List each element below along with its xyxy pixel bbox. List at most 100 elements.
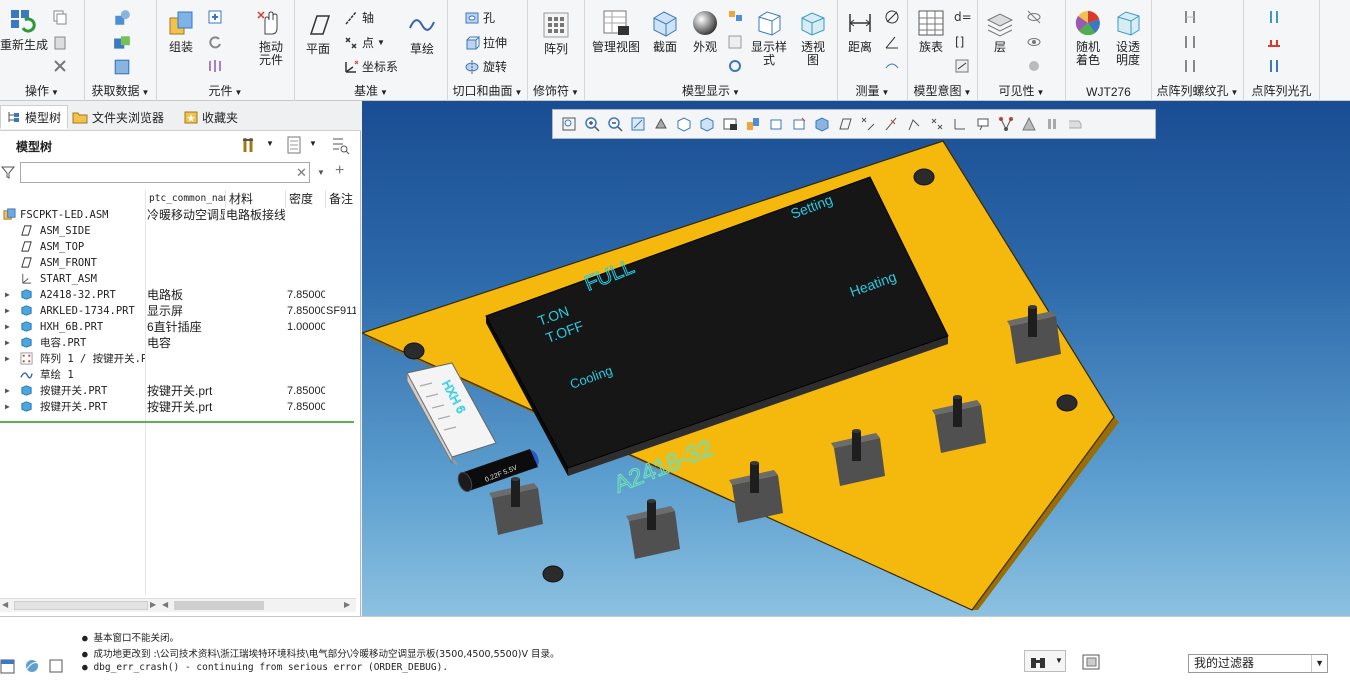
show-menu-icon[interactable] — [285, 135, 303, 155]
scroll-right-arrow-2[interactable]: ▶ — [344, 600, 350, 609]
show-menu-dropdown[interactable]: ▼ — [309, 139, 317, 148]
thread-hole-icon-1[interactable] — [1182, 9, 1198, 25]
tree-row[interactable]: ASM_FRONT — [0, 255, 361, 271]
csys-button[interactable]: 坐标系 — [343, 58, 398, 75]
perspective-button[interactable]: 透视 图 — [793, 8, 833, 67]
scroll-thumb-1[interactable] — [14, 601, 148, 610]
expand-arrow-icon[interactable]: ▶ — [5, 319, 10, 335]
pattern-button[interactable]: 阵列 — [538, 10, 574, 56]
create-component-icon[interactable] — [207, 9, 223, 25]
expand-arrow-icon[interactable]: ▶ — [5, 383, 10, 399]
column-header-note[interactable]: 备注 — [325, 190, 356, 208]
group-label-get-data[interactable]: 获取数据 ▼ — [85, 82, 156, 99]
tree-search-input[interactable] — [20, 162, 310, 183]
expand-arrow-icon[interactable]: ▶ — [5, 303, 10, 319]
plain-hole-icon-2[interactable] — [1266, 34, 1282, 50]
regenerate-button[interactable]: 重新生成 — [0, 6, 48, 52]
group-label-modifiers[interactable]: 修饰符 ▼ — [528, 82, 584, 99]
clear-search-icon[interactable]: ✕ — [296, 165, 307, 181]
status-icon[interactable] — [1026, 58, 1042, 74]
layers-button[interactable]: 层 — [982, 8, 1018, 54]
length-icon[interactable] — [884, 58, 900, 74]
tab-folder-browser[interactable]: 文件夹浏览器 — [66, 105, 170, 129]
column-header-material[interactable]: 材料 — [225, 190, 285, 208]
scroll-thumb-2[interactable] — [174, 601, 264, 610]
manage-views-button[interactable]: 管理视图 — [591, 8, 641, 54]
tree-row[interactable]: ▶ 电容.PRT 电容 — [0, 335, 361, 351]
tree-settings-icon[interactable] — [241, 135, 261, 155]
thread-hole-icon-3[interactable] — [1182, 58, 1198, 74]
group-label-measure[interactable]: 测量 ▼ — [838, 82, 907, 99]
expand-arrow-icon[interactable]: ▶ — [5, 287, 10, 303]
relations-icon[interactable]: d= — [954, 9, 972, 25]
tab-favorites[interactable]: 收藏夹 — [178, 105, 244, 129]
tree-row[interactable]: ▶ HXH_6B.PRT 6直针插座 1.00000 — [0, 319, 361, 335]
revolve-button[interactable]: 旋转 — [464, 58, 507, 75]
axis-button[interactable]: 轴 — [343, 9, 374, 26]
display-style-button[interactable]: 显示样 式 — [749, 8, 789, 67]
tree-row[interactable]: ▶ 按键开关.PRT 按键开关.prt 7.85000 — [0, 383, 361, 399]
tree-row[interactable]: ASM_TOP — [0, 239, 361, 255]
display-style-small-icon-2[interactable] — [727, 34, 743, 50]
point-button[interactable]: 点 ▼ — [343, 34, 385, 51]
add-column-icon[interactable]: + — [335, 162, 344, 180]
angle-icon[interactable] — [884, 34, 900, 50]
shrinkwrap-icon[interactable] — [113, 58, 131, 76]
distance-button[interactable]: 距离 — [842, 8, 878, 54]
expand-arrow-icon[interactable]: ▶ — [5, 335, 10, 351]
find-button[interactable]: ▼ — [1024, 650, 1066, 672]
command-window-icon[interactable] — [0, 657, 16, 675]
tree-row[interactable]: ▶ 阵列 1 / 按键开关.PRT — [0, 351, 361, 367]
group-label-component[interactable]: 元件 ▼ — [157, 82, 294, 99]
group-label-dot-hole[interactable]: 点阵列光孔 — [1244, 82, 1319, 99]
repeat-icon[interactable] — [207, 34, 223, 50]
appearance-button[interactable]: 外观 — [687, 8, 723, 54]
assembly-model[interactable]: FULL Setting Heating T.ON T.OFF Cooling … — [362, 101, 1350, 616]
plain-hole-icon-1[interactable] — [1266, 9, 1282, 25]
set-transparency-button[interactable]: 设透 明度 — [1108, 8, 1148, 67]
display-style-small-icon-1[interactable] — [727, 9, 743, 25]
switch-dimensions-icon[interactable] — [954, 58, 970, 74]
search-dropdown-icon[interactable]: ▼ — [317, 168, 325, 177]
tree-row[interactable]: ▶ ARKLED-1734.PRT 显示屏 7.85000 SF911 — [0, 303, 361, 319]
group-label-visibility[interactable]: 可见性 ▼ — [978, 82, 1065, 99]
thread-hole-icon-2[interactable] — [1182, 34, 1198, 50]
selection-filter-select[interactable]: 我的过滤器 ▼ — [1188, 654, 1328, 673]
select-box-icon[interactable] — [1080, 652, 1102, 672]
plane-button[interactable]: 平面 — [301, 10, 335, 56]
random-color-button[interactable]: 随机 着色 — [1068, 8, 1108, 67]
tree-row[interactable]: ASM_SIDE — [0, 223, 361, 239]
filter-funnel-icon[interactable] — [1, 165, 15, 179]
tree-row[interactable]: FSCPKT-LED.ASM 冷暖移动空调显示板电路板接线柱 — [0, 207, 361, 223]
horizontal-scrollbar[interactable]: ◀ ▶ ◀ ▶ — [0, 598, 356, 612]
tree-row[interactable]: ▶ A2418-32.PRT 电路板 7.85000 — [0, 287, 361, 303]
diameter-icon[interactable] — [884, 9, 900, 25]
assemble-button[interactable]: 组装 — [163, 8, 199, 54]
user-defined-feature-icon[interactable] — [113, 9, 131, 27]
mirror-component-icon[interactable] — [207, 58, 223, 74]
drag-component-button[interactable]: 拖动 元件 — [251, 8, 291, 67]
group-label-cut-surface[interactable]: 切口和曲面 ▼ — [448, 82, 527, 99]
plain-hole-icon-3[interactable] — [1266, 58, 1282, 74]
group-label-wjt276[interactable]: WJT276 — [1066, 85, 1151, 99]
column-header-common-name[interactable]: ptc_common_name — [145, 190, 225, 208]
group-label-model-intent[interactable]: 模型意图 ▼ — [908, 82, 977, 99]
browser-icon[interactable] — [24, 657, 40, 675]
tree-row[interactable]: START_ASM — [0, 271, 361, 287]
full-screen-icon[interactable] — [48, 657, 64, 675]
tab-model-tree[interactable]: 模型树 — [0, 105, 69, 129]
hide-icon[interactable] — [1026, 9, 1042, 25]
section-button[interactable]: 截面 — [647, 8, 683, 54]
copy-geometry-icon[interactable] — [113, 34, 131, 52]
show-icon[interactable] — [1026, 34, 1042, 50]
family-table-button[interactable]: 族表 — [914, 8, 948, 54]
group-label-dot-thread[interactable]: 点阵列螺纹孔 ▼ — [1152, 82, 1243, 99]
group-label-operations[interactable]: 操作 ▼ — [0, 82, 84, 99]
tree-filter-icon[interactable] — [330, 135, 350, 155]
delete-icon[interactable] — [52, 58, 68, 74]
extrude-button[interactable]: 拉伸 — [464, 34, 507, 51]
sketch-button[interactable]: 草绘 — [405, 10, 439, 56]
expand-arrow-icon[interactable]: ▶ — [5, 351, 10, 367]
parameters-icon[interactable]: [] — [954, 34, 972, 50]
group-label-model-display[interactable]: 模型显示 ▼ — [585, 82, 837, 99]
